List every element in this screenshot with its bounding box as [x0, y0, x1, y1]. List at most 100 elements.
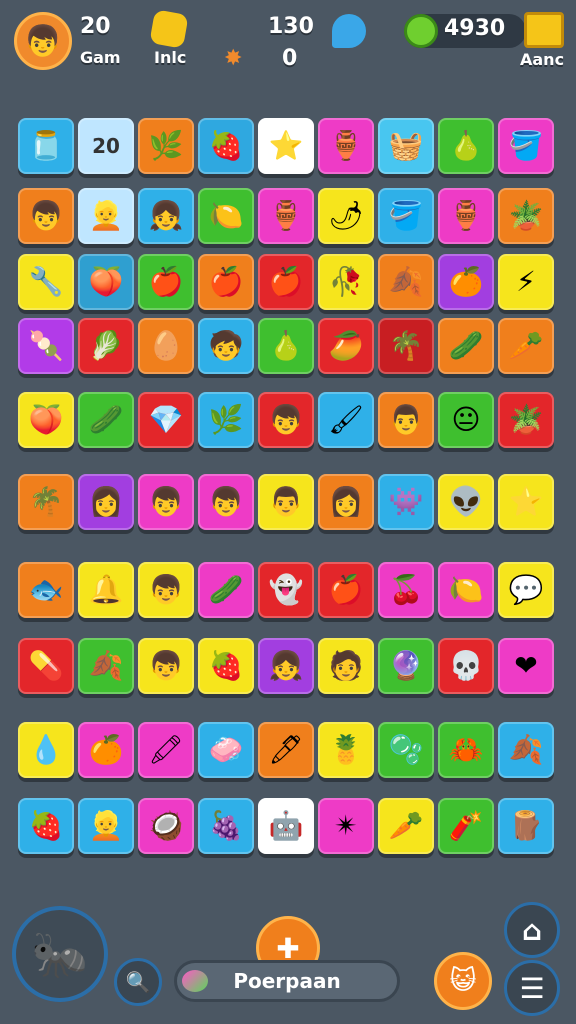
game-tile[interactable]: 🧨: [438, 798, 494, 854]
game-tile[interactable]: 👦: [258, 392, 314, 448]
game-tile[interactable]: ✴: [318, 798, 374, 854]
game-tile[interactable]: 👻: [258, 562, 314, 618]
game-tile[interactable]: 🥥: [138, 798, 194, 854]
game-tile[interactable]: 🪵: [498, 798, 554, 854]
game-tile[interactable]: 🧑: [318, 638, 374, 694]
game-tile[interactable]: 🍍: [318, 722, 374, 778]
game-tile[interactable]: ⚡: [498, 254, 554, 310]
game-tile[interactable]: 🐟: [18, 562, 74, 618]
search-button[interactable]: 🔍: [114, 958, 162, 1006]
game-tile[interactable]: 👱: [78, 188, 134, 244]
game-tile[interactable]: 🫧: [378, 722, 434, 778]
game-tile[interactable]: 🖌: [318, 392, 374, 448]
game-tile[interactable]: 🧒: [198, 318, 254, 374]
game-tile[interactable]: 🍇: [198, 798, 254, 854]
game-tile[interactable]: 🧼: [198, 722, 254, 778]
game-tile[interactable]: 🍎: [318, 562, 374, 618]
game-tile[interactable]: 🍎: [258, 254, 314, 310]
game-tile[interactable]: 👦: [138, 638, 194, 694]
game-tile[interactable]: 💬: [498, 562, 554, 618]
game-tile[interactable]: 👩: [78, 474, 134, 530]
game-tile[interactable]: 🥒: [198, 562, 254, 618]
game-tile[interactable]: 🫙: [18, 118, 74, 174]
game-tile[interactable]: 🤖: [258, 798, 314, 854]
game-tile[interactable]: 🥒: [78, 392, 134, 448]
game-tile[interactable]: 👦: [198, 474, 254, 530]
game-tile[interactable]: 🥭: [318, 318, 374, 374]
game-tile[interactable]: 🖊: [258, 722, 314, 778]
game-tile[interactable]: 🍡: [18, 318, 74, 374]
game-tile[interactable]: 🔧: [18, 254, 74, 310]
game-tile[interactable]: 😐: [438, 392, 494, 448]
game-tile[interactable]: 👦: [18, 188, 74, 244]
game-tile[interactable]: 🍐: [258, 318, 314, 374]
game-tile[interactable]: 👦: [138, 562, 194, 618]
game-tile[interactable]: 🍑: [78, 254, 134, 310]
crate-icon[interactable]: [524, 12, 564, 48]
game-tile[interactable]: 🌿: [198, 392, 254, 448]
game-tile[interactable]: 🍂: [78, 638, 134, 694]
game-tile[interactable]: 👾: [378, 474, 434, 530]
game-tile[interactable]: 👨: [378, 392, 434, 448]
game-tile[interactable]: 🏺: [258, 188, 314, 244]
game-tile[interactable]: 🥕: [498, 318, 554, 374]
game-tile[interactable]: 🍂: [498, 722, 554, 778]
game-tile[interactable]: 20: [78, 118, 134, 174]
game-tile[interactable]: 🍋: [198, 188, 254, 244]
game-tile[interactable]: ⭐: [498, 474, 554, 530]
game-tile[interactable]: 🏺: [318, 118, 374, 174]
game-tile[interactable]: 🍋: [438, 562, 494, 618]
game-tile[interactable]: 👽: [438, 474, 494, 530]
game-tile[interactable]: 🥚: [138, 318, 194, 374]
game-tile[interactable]: 🖍: [138, 722, 194, 778]
game-tile[interactable]: 🌶: [318, 188, 374, 244]
game-tile[interactable]: 🌿: [138, 118, 194, 174]
game-tile[interactable]: 👧: [258, 638, 314, 694]
game-tile[interactable]: 🍓: [198, 638, 254, 694]
joystick-button[interactable]: 🐜: [12, 906, 108, 1002]
game-tile[interactable]: 🥬: [78, 318, 134, 374]
game-tile[interactable]: 🦀: [438, 722, 494, 778]
game-tile[interactable]: 🌴: [18, 474, 74, 530]
game-tile[interactable]: 👨: [258, 474, 314, 530]
game-tile[interactable]: 🔮: [378, 638, 434, 694]
game-tile[interactable]: 🪴: [498, 392, 554, 448]
game-tile[interactable]: 💊: [18, 638, 74, 694]
game-tile[interactable]: 💧: [18, 722, 74, 778]
game-tile[interactable]: 👩: [318, 474, 374, 530]
tile-icon: 🫧: [388, 733, 424, 766]
game-tile[interactable]: 💀: [438, 638, 494, 694]
tile-icon: 👽: [448, 485, 484, 518]
game-tile[interactable]: 🍓: [18, 798, 74, 854]
game-tile[interactable]: 🥒: [438, 318, 494, 374]
game-tile[interactable]: ⭐: [258, 118, 314, 174]
game-tile[interactable]: 🍑: [18, 392, 74, 448]
game-tile[interactable]: 🍐: [438, 118, 494, 174]
game-tile[interactable]: 💎: [138, 392, 194, 448]
game-tile[interactable]: 🍊: [78, 722, 134, 778]
home-button[interactable]: ⌂: [504, 902, 560, 958]
game-tile[interactable]: 🍎: [138, 254, 194, 310]
game-tile[interactable]: 🌴: [378, 318, 434, 374]
game-tile[interactable]: 🥀: [318, 254, 374, 310]
character-button[interactable]: 😺: [434, 952, 492, 1010]
game-tile[interactable]: 🥕: [378, 798, 434, 854]
game-tile[interactable]: 🪣: [378, 188, 434, 244]
game-tile[interactable]: 🍊: [438, 254, 494, 310]
tile-icon: 🪣: [508, 129, 544, 162]
game-tile[interactable]: 👱: [78, 798, 134, 854]
game-tile[interactable]: 👧: [138, 188, 194, 244]
game-tile[interactable]: 🍂: [378, 254, 434, 310]
player-avatar[interactable]: 👦: [14, 12, 72, 70]
game-tile[interactable]: 🍎: [198, 254, 254, 310]
game-tile[interactable]: 👦: [138, 474, 194, 530]
game-tile[interactable]: 🪣: [498, 118, 554, 174]
game-tile[interactable]: 🍓: [198, 118, 254, 174]
game-tile[interactable]: 🏺: [438, 188, 494, 244]
game-tile[interactable]: 🪴: [498, 188, 554, 244]
menu-button[interactable]: ☰: [504, 960, 560, 1016]
game-tile[interactable]: 🍒: [378, 562, 434, 618]
game-tile[interactable]: 🔔: [78, 562, 134, 618]
game-tile[interactable]: 🧺: [378, 118, 434, 174]
game-tile[interactable]: ❤: [498, 638, 554, 694]
